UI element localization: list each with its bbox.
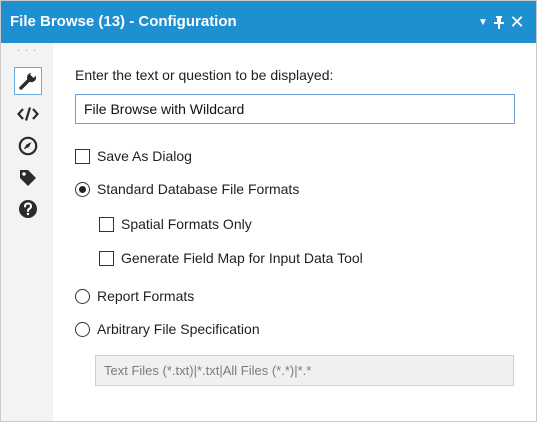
compass-icon[interactable] (14, 132, 42, 160)
help-icon[interactable] (14, 195, 42, 223)
checkbox-box[interactable] (99, 216, 114, 232)
title-bar: File Browse (13) - Configuration ▼ ✕ (1, 1, 536, 43)
save-as-dialog-label: Save As Dialog (97, 148, 192, 164)
report-formats-radio[interactable]: Report Formats (75, 287, 194, 305)
close-icon[interactable]: ✕ (508, 1, 526, 43)
report-formats-label: Report Formats (97, 288, 195, 304)
field-map-label: Generate Field Map for Input Data Tool (121, 250, 363, 266)
tag-icon[interactable] (14, 164, 42, 192)
checkbox-box[interactable] (75, 148, 90, 164)
prompt-text-input[interactable]: File Browse with Wildcard (75, 94, 515, 124)
radio-selected[interactable] (75, 181, 90, 197)
standard-formats-radio[interactable]: Standard Database File Formats (75, 180, 299, 198)
radio-unselected[interactable] (75, 288, 90, 304)
arbitrary-spec-label: Arbitrary File Specification (97, 321, 260, 337)
dropdown-icon[interactable]: ▼ (476, 1, 490, 43)
radio-unselected[interactable] (75, 321, 90, 337)
spatial-formats-label: Spatial Formats Only (121, 216, 252, 232)
prompt-label: Enter the text or question to be display… (75, 67, 334, 83)
arbitrary-spec-radio[interactable]: Arbitrary File Specification (75, 320, 260, 338)
checkbox-box[interactable] (99, 250, 114, 266)
side-tab-rail: · · · (1, 43, 53, 421)
code-icon[interactable] (14, 100, 42, 128)
file-spec-input[interactable]: Text Files (*.txt)|*.txt|All Files (*.*)… (95, 355, 514, 386)
standard-formats-label: Standard Database File Formats (97, 181, 300, 197)
spatial-formats-checkbox[interactable]: Spatial Formats Only (99, 215, 252, 233)
wrench-icon[interactable] (14, 67, 42, 95)
configuration-window: File Browse (13) - Configuration ▼ ✕ · ·… (0, 0, 537, 422)
window-title: File Browse (13) - Configuration (10, 13, 237, 30)
field-map-checkbox[interactable]: Generate Field Map for Input Data Tool (99, 249, 363, 267)
pin-icon[interactable] (491, 1, 507, 43)
grip-handle[interactable]: · · · (13, 45, 41, 56)
save-as-dialog-checkbox[interactable]: Save As Dialog (75, 147, 192, 165)
configuration-panel: Enter the text or question to be display… (53, 43, 536, 421)
